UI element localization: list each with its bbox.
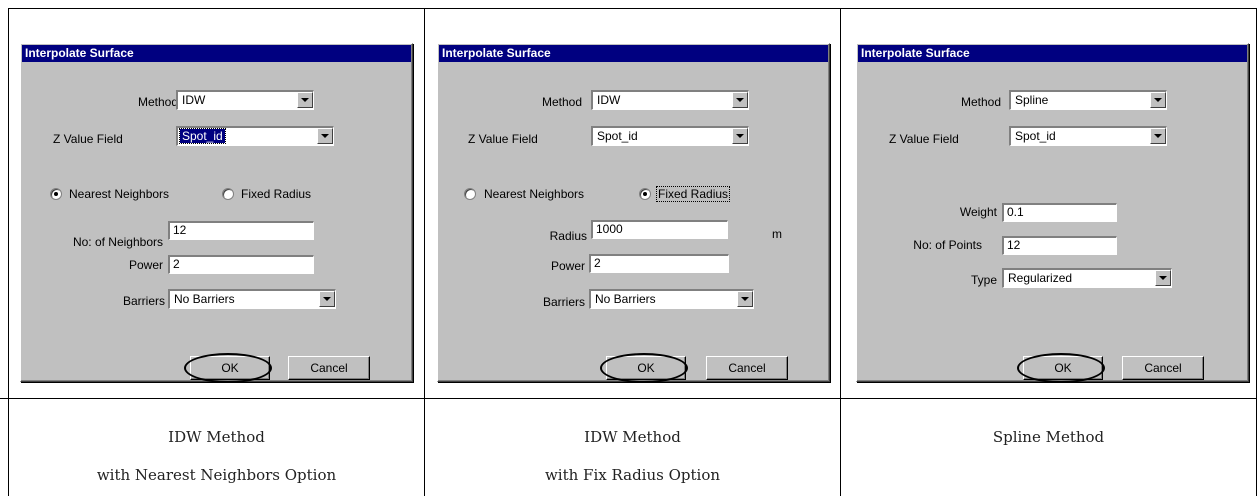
chevron-down-icon[interactable] [1150, 128, 1166, 144]
dialog-title: Interpolate Surface [22, 45, 411, 62]
weight-label: Weight [959, 205, 997, 219]
dialog-title: Interpolate Surface [858, 45, 1247, 62]
zfield-label: Z Value Field [53, 132, 123, 146]
chevron-down-icon[interactable] [737, 291, 753, 307]
radio-nearest-neighbors[interactable] [50, 188, 62, 200]
barriers-label: Barriers [542, 295, 585, 309]
ok-highlight-ellipse [1017, 353, 1105, 383]
method-value: Spline [1015, 93, 1049, 107]
radius-label: Radius [549, 229, 587, 243]
radius-input[interactable]: 1000 [591, 220, 728, 239]
method-select[interactable]: IDW [591, 90, 749, 110]
zfield-select[interactable]: Spot_id [591, 126, 749, 146]
table-border-top [8, 8, 1257, 9]
neighbors-input[interactable]: 12 [168, 221, 314, 240]
caption-3-line1: Spline Method [992, 428, 1105, 446]
zfield-value: Spot_id [1015, 129, 1056, 143]
cancel-button[interactable]: Cancel [288, 356, 370, 380]
radio-fixed-radius-label[interactable]: Fixed Radius [241, 186, 311, 202]
ok-highlight-ellipse [600, 353, 688, 383]
radio-fixed-radius[interactable] [222, 188, 234, 200]
ok-highlight-ellipse [184, 353, 272, 383]
caption-2-line2: with Fix Radius Option [544, 466, 721, 484]
chevron-down-icon[interactable] [1155, 270, 1171, 286]
zfield-label: Z Value Field [468, 132, 538, 146]
method-label: Method [960, 95, 1001, 109]
caption-2-line1: IDW Method [584, 428, 681, 446]
dialog-idw-radius: Interpolate Surface Method IDW Z Value F… [437, 43, 830, 383]
type-select[interactable]: Regularized [1002, 268, 1172, 288]
radio-fixed-radius-text: Fixed Radius [655, 186, 731, 202]
cancel-button[interactable]: Cancel [1122, 356, 1204, 380]
barriers-select[interactable]: No Barriers [168, 289, 336, 309]
zfield-select[interactable]: Spot_id [176, 126, 334, 146]
barriers-label: Barriers [122, 294, 165, 308]
dialog-title: Interpolate Surface [439, 45, 828, 62]
points-label: No: of Points [913, 238, 982, 252]
table-border-left [8, 8, 9, 496]
barriers-value: No Barriers [595, 292, 656, 306]
method-select[interactable]: Spline [1009, 90, 1167, 110]
method-value: IDW [597, 93, 621, 107]
power-input[interactable]: 2 [589, 254, 729, 273]
chevron-down-icon[interactable] [297, 92, 313, 108]
neighbors-label: No: of Neighbors [72, 235, 163, 249]
cancel-button[interactable]: Cancel [706, 356, 788, 380]
method-value: IDW [182, 93, 206, 107]
zfield-value: Spot_id [597, 129, 638, 143]
power-label: Power [128, 258, 163, 272]
type-value: Regularized [1008, 271, 1073, 285]
points-input[interactable]: 12 [1002, 236, 1117, 255]
chevron-down-icon[interactable] [1150, 92, 1166, 108]
dialog-idw-nearest: Interpolate Surface Method IDW Z Value F… [20, 43, 413, 383]
radio-nearest-neighbors-label[interactable]: Nearest Neighbors [484, 186, 584, 202]
power-label: Power [550, 259, 585, 273]
caption-1-line1: IDW Method [168, 428, 265, 446]
radio-nearest-neighbors[interactable] [464, 188, 476, 200]
chevron-down-icon[interactable] [317, 128, 333, 144]
zfield-value: Spot_id [179, 128, 226, 144]
weight-input[interactable]: 0.1 [1002, 203, 1117, 222]
chevron-down-icon[interactable] [732, 128, 748, 144]
table-border-col1 [424, 8, 425, 496]
method-label: Method [137, 95, 178, 109]
power-input[interactable]: 2 [168, 255, 314, 274]
table-border-col2 [840, 8, 841, 496]
dialog-spline: Interpolate Surface Method Spline Z Valu… [856, 43, 1249, 383]
method-select[interactable]: IDW [176, 90, 314, 110]
chevron-down-icon[interactable] [732, 92, 748, 108]
chevron-down-icon[interactable] [319, 291, 335, 307]
radio-fixed-radius[interactable] [639, 188, 651, 200]
barriers-value: No Barriers [174, 292, 235, 306]
caption-1-line2: with Nearest Neighbors Option [96, 466, 337, 484]
barriers-select[interactable]: No Barriers [589, 289, 754, 309]
radio-fixed-radius-label[interactable]: Fixed Radius [655, 186, 731, 202]
method-label: Method [541, 95, 582, 109]
radio-nearest-neighbors-label[interactable]: Nearest Neighbors [69, 186, 169, 202]
zfield-label: Z Value Field [889, 132, 959, 146]
radius-unit: m [772, 227, 782, 241]
zfield-select[interactable]: Spot_id [1009, 126, 1167, 146]
type-label: Type [970, 273, 997, 287]
table-row-divider [0, 398, 1257, 399]
